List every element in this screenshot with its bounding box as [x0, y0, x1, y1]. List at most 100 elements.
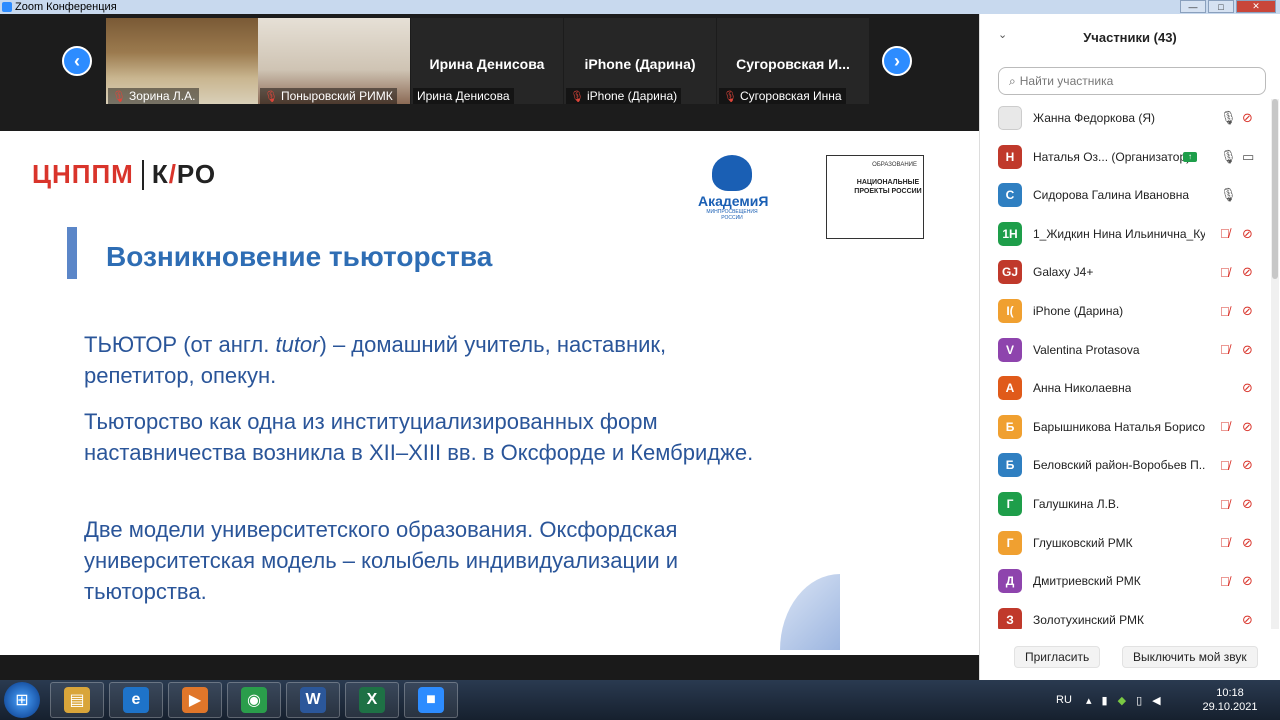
mic-muted-icon[interactable]: 🎙̸	[1220, 535, 1230, 550]
participant-name: Анна Николаевна	[1033, 381, 1132, 396]
video-tile[interactable]: Сугоровская И... 🎙 Сугоровская Инна	[717, 18, 869, 104]
p1-emphasis: tutor	[275, 332, 320, 357]
avatar: V	[998, 337, 1022, 362]
participant-row[interactable]: V Valentina Protasova 🎙̸ ⊘	[980, 331, 1270, 369]
camera-off-icon[interactable]: ⊘	[1242, 226, 1253, 242]
camera-off-icon[interactable]: ⊘	[1242, 573, 1253, 589]
participants-title: Участники (43)	[1083, 30, 1177, 45]
participant-row[interactable]: Жанна Федоркова (Я) 🎙 ⊘	[980, 99, 1270, 137]
nac-big-text: НАЦИОНАЛЬНЫЕ ПРОЕКТЫ РОССИИ	[854, 179, 922, 195]
video-tile[interactable]: 🎙 Поныровский РИМК	[258, 18, 410, 104]
maximize-button[interactable]: □	[1208, 0, 1234, 13]
mic-muted-icon[interactable]: 🎙̸	[1220, 458, 1230, 473]
avatar: GJ	[998, 260, 1022, 285]
participant-name: Галушкина Л.В.	[1033, 497, 1120, 511]
next-page-button[interactable]: ›	[882, 46, 912, 76]
network-icon[interactable]: ▮	[1102, 694, 1108, 707]
video-tile[interactable]: Ирина Денисова Ирина Денисова	[411, 18, 563, 104]
camera-off-icon[interactable]: ⊘	[1242, 303, 1253, 319]
mic-muted-icon[interactable]: 🎙̸	[1220, 419, 1230, 434]
invite-button[interactable]: Пригласить	[1014, 646, 1101, 668]
chrome-icon: ◉	[241, 687, 267, 713]
taskbar-app-word[interactable]: W	[286, 682, 340, 718]
tile-name: Сугоровская И...	[736, 56, 850, 72]
akademia-subtext: МИНПРОСВЕЩЕНИЯ РОССИИ	[706, 209, 758, 221]
camera-off-icon[interactable]: ⊘	[1242, 535, 1253, 551]
tile-label-text: iPhone (Дарина)	[586, 89, 678, 103]
tile-label-text: Ирина Денисова	[417, 89, 510, 103]
scrollbar-thumb[interactable]	[1272, 99, 1278, 279]
participant-search-input[interactable]: ⌕ Найти участника	[998, 67, 1266, 95]
prev-page-button[interactable]: ‹	[62, 46, 92, 76]
participant-name: Valentina Protasova	[1033, 342, 1140, 357]
minimize-button[interactable]: —	[1180, 0, 1206, 13]
participant-row[interactable]: Б Барышникова Наталья Борисо... 🎙̸ ⊘	[980, 408, 1270, 446]
window-title: Zoom Конференция	[15, 1, 117, 13]
mic-icon[interactable]: 🎙	[1220, 110, 1237, 126]
participant-row[interactable]: GJ Galaxy J4+ 🎙̸ ⊘	[980, 253, 1270, 291]
camera-off-icon[interactable]: ⊘	[1242, 342, 1253, 358]
participant-row[interactable]: З Золотухинский РМК ⊘	[980, 601, 1270, 629]
participant-row[interactable]: Д Дмитриевский РМК 🎙̸ ⊘	[980, 562, 1270, 600]
taskbar-app-chrome[interactable]: ◉	[227, 682, 281, 718]
participant-row[interactable]: Б Беловский район-Воробьев П... 🎙̸ ⊘	[980, 446, 1270, 484]
participant-row[interactable]: Г Галушкина Л.В. 🎙̸ ⊘	[980, 485, 1270, 523]
mic-muted-icon[interactable]: 🎙̸	[1220, 497, 1230, 512]
avatar: Б	[998, 453, 1022, 478]
avatar: Д	[998, 569, 1022, 594]
camera-off-icon[interactable]: ⊘	[1242, 110, 1253, 126]
taskbar-app-zoom[interactable]: ■	[404, 682, 458, 718]
camera-off-icon[interactable]: ⊘	[1242, 419, 1253, 435]
close-button[interactable]: ✕	[1236, 0, 1276, 13]
volume-icon[interactable]: ◀	[1152, 694, 1160, 707]
eagle-emblem-icon	[712, 155, 752, 191]
slide-paragraph: ТЬЮТОР (от англ. tutor) – домашний учите…	[84, 329, 764, 391]
mic-muted-icon[interactable]: 🎙̸	[1220, 265, 1230, 280]
camera-icon[interactable]: ▭	[1242, 149, 1254, 165]
mute-me-button[interactable]: Выключить мой звук	[1122, 646, 1258, 668]
taskbar-app-explorer[interactable]: ▤	[50, 682, 104, 718]
tile-label-text: Поныровский РИМК	[280, 89, 393, 103]
mic-muted-icon[interactable]: 🎙̸	[1220, 304, 1230, 319]
mic-muted-icon[interactable]: 🎙̸	[1220, 342, 1230, 357]
participant-row[interactable]: Г Глушковский РМК 🎙̸ ⊘	[980, 524, 1270, 562]
language-indicator[interactable]: RU	[1056, 680, 1072, 720]
participants-header: ⌄ Участники (43)	[980, 14, 1280, 58]
participant-row[interactable]: I(iPhone (Дарина) 🎙̸ ⊘	[980, 292, 1270, 330]
slide-paragraph: Тьюторство как одна из институциализиров…	[84, 409, 754, 465]
video-tile[interactable]: 🎙 Зорина Л.А.	[106, 18, 258, 104]
security-icon[interactable]: ◆	[1118, 694, 1126, 707]
logo-divider	[141, 159, 144, 190]
participant-row[interactable]: С Сидорова Галина Ивановна 🎙	[980, 176, 1270, 214]
logo-slash: /	[168, 159, 177, 189]
explorer-icon: ▤	[64, 687, 90, 713]
taskbar-app-media[interactable]: ▶	[168, 682, 222, 718]
video-tile[interactable]: iPhone (Дарина) 🎙 iPhone (Дарина)	[564, 18, 716, 104]
mic-icon[interactable]: 🎙	[1220, 187, 1237, 203]
taskbar-app-excel[interactable]: X	[345, 682, 399, 718]
mic-muted-icon: 🎙	[264, 90, 278, 103]
zoom-icon: ■	[418, 687, 444, 713]
taskbar-clock[interactable]: 10:18 29.10.2021	[1196, 686, 1264, 714]
camera-off-icon[interactable]: ⊘	[1242, 380, 1253, 396]
search-icon: ⌕	[1009, 73, 1016, 88]
battery-icon[interactable]: ▯	[1136, 694, 1142, 707]
camera-off-icon[interactable]: ⊘	[1242, 457, 1253, 473]
start-button[interactable]: ⊞	[4, 682, 40, 718]
participant-row[interactable]: Н Наталья Оз... (Организатор) ↑ 🎙 ▭	[980, 138, 1270, 176]
windows-logo-icon: ⊞	[15, 692, 29, 709]
logo-text: К	[151, 159, 169, 189]
cnppm-kiro-logo: ЦНППМ К / РО	[32, 159, 216, 190]
tray-arrow-icon[interactable]: ▴	[1086, 694, 1092, 707]
camera-off-icon[interactable]: ⊘	[1242, 612, 1253, 628]
participant-row[interactable]: А Анна Николаевна ⊘	[980, 369, 1270, 407]
camera-off-icon[interactable]: ⊘	[1242, 264, 1253, 280]
mic-icon[interactable]: 🎙	[1220, 149, 1237, 165]
camera-off-icon[interactable]: ⊘	[1242, 496, 1253, 512]
mic-muted-icon[interactable]: 🎙̸	[1220, 574, 1230, 589]
participants-scrollbar[interactable]	[1271, 99, 1279, 629]
participant-row[interactable]: 1Н 1_Жидкин Нина Ильинична_Ку... 🎙̸ ⊘	[980, 215, 1270, 253]
participant-name: Барышникова Наталья Борисо...	[1033, 419, 1205, 434]
taskbar-app-ie[interactable]: e	[109, 682, 163, 718]
mic-muted-icon[interactable]: 🎙̸	[1220, 226, 1230, 241]
